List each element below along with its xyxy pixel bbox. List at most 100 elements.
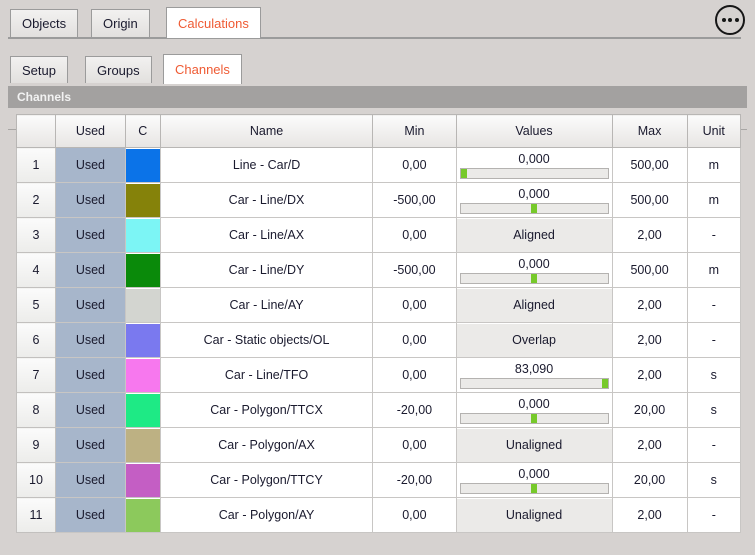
- color-swatch[interactable]: [125, 148, 160, 182]
- value-slider[interactable]: 0,000: [456, 253, 612, 287]
- unit-value[interactable]: m: [686, 182, 742, 218]
- column-header-values[interactable]: Values: [455, 114, 613, 148]
- min-value[interactable]: -20,00: [372, 392, 457, 428]
- color-swatch[interactable]: [125, 393, 160, 427]
- min-value[interactable]: -500,00: [372, 252, 457, 288]
- column-header-name[interactable]: Name: [159, 114, 374, 148]
- color-cell[interactable]: [124, 497, 161, 533]
- max-value[interactable]: 2,00: [611, 497, 688, 533]
- used-cell[interactable]: Used: [55, 357, 126, 393]
- max-value[interactable]: 2,00: [611, 287, 688, 323]
- channel-name[interactable]: Car - Polygon/AY: [159, 497, 374, 533]
- table-row[interactable]: 10 Used Car - Polygon/TTCY -20,00 0,000 20,00…: [15, 462, 742, 498]
- channel-name[interactable]: Line - Car/D: [159, 147, 374, 183]
- values-cell[interactable]: Unaligned: [455, 427, 613, 463]
- min-value[interactable]: -500,00: [372, 182, 457, 218]
- column-header-unit[interactable]: Unit: [686, 114, 742, 148]
- values-cell[interactable]: Aligned: [455, 287, 613, 323]
- color-cell[interactable]: [124, 252, 161, 288]
- table-row[interactable]: 5 Used Car - Line/AY 0,00 Aligned 2,00-: [15, 287, 742, 323]
- min-value[interactable]: 0,00: [372, 497, 457, 533]
- color-cell[interactable]: [124, 217, 161, 253]
- values-cell[interactable]: 83,090: [455, 357, 613, 393]
- table-row[interactable]: 7 Used Car - Line/TFO 0,00 83,090 2,00 s: [15, 357, 742, 393]
- tab-objects[interactable]: Objects: [10, 9, 79, 37]
- min-value[interactable]: -20,00: [372, 462, 457, 498]
- table-row[interactable]: 3 Used Car - Line/AX 0,00 Aligned 2,00-: [15, 217, 742, 253]
- color-cell[interactable]: [124, 462, 161, 498]
- unit-value[interactable]: -: [686, 287, 742, 323]
- color-swatch[interactable]: [125, 428, 160, 462]
- color-cell[interactable]: [124, 357, 161, 393]
- column-header-min[interactable]: Min: [372, 114, 457, 148]
- tab-channels[interactable]: Channels: [163, 54, 242, 84]
- value-slider[interactable]: 0,000: [456, 148, 612, 182]
- min-value[interactable]: 0,00: [372, 322, 457, 358]
- max-value[interactable]: 2,00: [611, 322, 688, 358]
- channel-name[interactable]: Car - Polygon/AX: [159, 427, 374, 463]
- unit-value[interactable]: s: [686, 462, 742, 498]
- used-cell[interactable]: Used: [55, 217, 126, 253]
- values-cell[interactable]: Unaligned: [455, 497, 613, 533]
- max-value[interactable]: 2,00: [611, 217, 688, 253]
- channel-name[interactable]: Car - Line/AX: [159, 217, 374, 253]
- value-slider[interactable]: 83,090: [456, 358, 612, 392]
- values-cell[interactable]: 0,000: [455, 147, 613, 183]
- max-value[interactable]: 500,00: [611, 252, 688, 288]
- slider-track[interactable]: [459, 167, 609, 179]
- color-swatch[interactable]: [125, 358, 160, 392]
- unit-value[interactable]: -: [686, 217, 742, 253]
- channel-name[interactable]: Car - Static objects/OL: [159, 322, 374, 358]
- color-swatch[interactable]: [125, 323, 160, 357]
- values-cell[interactable]: 0,000: [455, 462, 613, 498]
- unit-value[interactable]: m: [686, 147, 742, 183]
- color-cell[interactable]: [124, 427, 161, 463]
- values-cell[interactable]: Aligned: [455, 217, 613, 253]
- table-row[interactable]: 9 Used Car - Polygon/AX 0,00 Unaligned 2,00-: [15, 427, 742, 463]
- used-cell[interactable]: Used: [55, 392, 126, 428]
- tab-groups[interactable]: Groups: [85, 56, 152, 83]
- value-slider[interactable]: 0,000: [456, 183, 612, 217]
- slider-thumb[interactable]: [531, 413, 538, 423]
- color-cell[interactable]: [124, 392, 161, 428]
- color-swatch[interactable]: [125, 218, 160, 252]
- color-swatch[interactable]: [125, 498, 160, 532]
- channel-name[interactable]: Car - Line/DX: [159, 182, 374, 218]
- color-cell[interactable]: [124, 322, 161, 358]
- used-cell[interactable]: Used: [55, 462, 126, 498]
- slider-thumb[interactable]: [531, 203, 538, 213]
- values-cell[interactable]: Overlap: [455, 322, 613, 358]
- table-row[interactable]: 11 Used Car - Polygon/AY 0,00 Unaligned 2,00-: [15, 497, 742, 533]
- column-header-color[interactable]: C: [124, 114, 161, 148]
- slider-thumb[interactable]: [531, 273, 538, 283]
- values-cell[interactable]: 0,000: [455, 252, 613, 288]
- table-row[interactable]: 1 Used Line - Car/D 0,00 0,000 500,00 m: [15, 147, 742, 183]
- color-swatch[interactable]: [125, 463, 160, 497]
- max-value[interactable]: 2,00: [611, 427, 688, 463]
- more-options-icon[interactable]: [715, 5, 745, 35]
- column-header-max[interactable]: Max: [611, 114, 688, 148]
- table-row[interactable]: 6 Used Car - Static objects/OL 0,00 Overlap 2…: [15, 322, 742, 358]
- max-value[interactable]: 500,00: [611, 147, 688, 183]
- color-swatch[interactable]: [125, 288, 160, 322]
- min-value[interactable]: 0,00: [372, 217, 457, 253]
- slider-thumb[interactable]: [531, 483, 538, 493]
- unit-value[interactable]: -: [686, 497, 742, 533]
- channel-name[interactable]: Car - Line/AY: [159, 287, 374, 323]
- slider-track[interactable]: [459, 202, 609, 214]
- table-row[interactable]: 2 Used Car - Line/DX -500,00 0,000 500,00 m: [15, 182, 742, 218]
- value-slider[interactable]: 0,000: [456, 393, 612, 427]
- channel-name[interactable]: Car - Polygon/TTCX: [159, 392, 374, 428]
- channel-name[interactable]: Car - Line/TFO: [159, 357, 374, 393]
- color-swatch[interactable]: [125, 183, 160, 217]
- max-value[interactable]: 2,00: [611, 357, 688, 393]
- value-slider[interactable]: 0,000: [456, 463, 612, 497]
- unit-value[interactable]: -: [686, 427, 742, 463]
- table-row[interactable]: 8 Used Car - Polygon/TTCX -20,00 0,000 20,00 s: [15, 392, 742, 428]
- values-cell[interactable]: 0,000: [455, 182, 613, 218]
- slider-track[interactable]: [459, 272, 609, 284]
- slider-track[interactable]: [459, 482, 609, 494]
- max-value[interactable]: 20,00: [611, 462, 688, 498]
- unit-value[interactable]: m: [686, 252, 742, 288]
- column-header-index[interactable]: [15, 114, 57, 148]
